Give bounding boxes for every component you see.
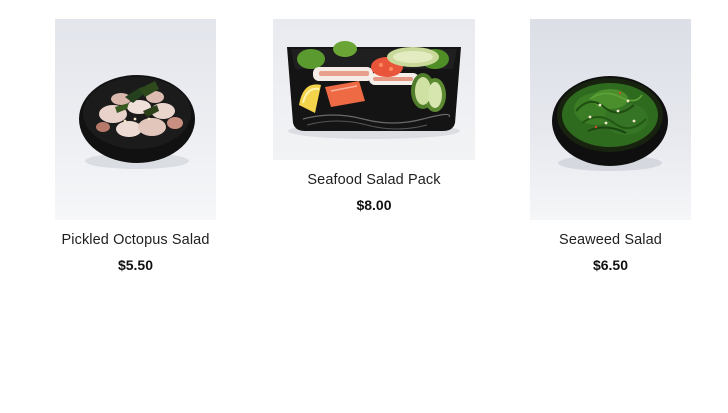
product-price: $8.00: [356, 197, 392, 213]
product-card-seafood-salad-pack[interactable]: Seafood Salad Pack $8.00: [273, 19, 475, 213]
octopus-salad-bowl-illustration: [79, 75, 195, 169]
product-name[interactable]: Pickled Octopus Salad: [55, 232, 216, 248]
product-price: $5.50: [117, 257, 154, 273]
seafood-salad-tray-image[interactable]: [273, 19, 475, 160]
product-card-seaweed-salad[interactable]: Seaweed Salad $6.50: [530, 19, 691, 273]
product-name[interactable]: Seaweed Salad: [530, 232, 691, 248]
product-price: $6.50: [592, 257, 629, 273]
seaweed-salad-bowl-illustration: [552, 76, 668, 171]
seaweed-salad-bowl-image[interactable]: [530, 19, 691, 220]
octopus-salad-bowl-image[interactable]: [55, 19, 216, 220]
product-card-pickled-octopus-salad[interactable]: Pickled Octopus Salad $5.50: [55, 19, 216, 273]
seafood-salad-tray-illustration: [287, 41, 461, 139]
product-name[interactable]: Seafood Salad Pack: [273, 172, 475, 188]
product-grid: Pickled Octopus Salad $5.50 Seafood Sala…: [0, 0, 728, 413]
